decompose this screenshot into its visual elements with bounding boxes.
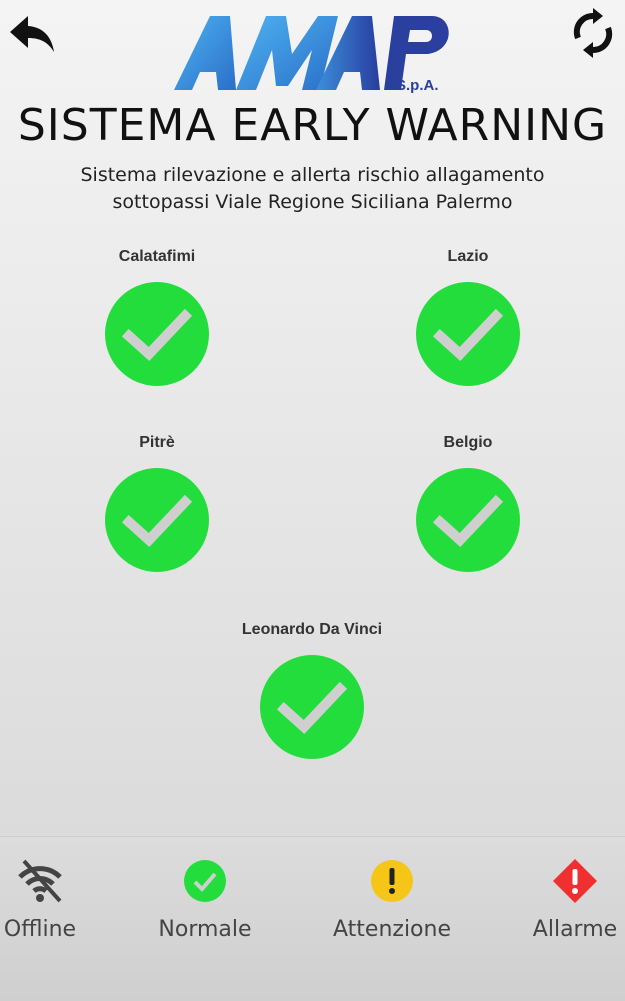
station-leonardo-da-vinci: Leonardo Da Vinci — [212, 619, 412, 759]
amap-logo: S.p.A. — [170, 10, 460, 96]
legend-attenzione: Attenzione — [317, 857, 467, 942]
check-icon — [121, 494, 193, 547]
check-icon — [121, 308, 193, 361]
station-label: Calatafimi — [118, 248, 196, 265]
station-label: Lazio — [447, 248, 489, 265]
status-normal-button[interactable] — [105, 282, 209, 386]
legend-label: Normale — [158, 917, 252, 942]
legend-label: Offline — [3, 917, 77, 942]
check-icon — [276, 681, 348, 734]
station-label: Leonardo Da Vinci — [241, 621, 383, 638]
legend-label: Attenzione — [333, 917, 451, 942]
station-lazio: Lazio — [368, 246, 568, 386]
legend-normale: Normale — [130, 857, 280, 942]
page-title: SISTEMA EARLY WARNING — [17, 100, 608, 151]
legend-allarme: Allarme — [500, 857, 625, 942]
back-arrow-icon — [10, 16, 54, 52]
check-circle-icon — [184, 860, 226, 902]
alarm-diamond-icon — [553, 859, 597, 903]
status-normal-button[interactable] — [416, 282, 520, 386]
station-calatafimi: Calatafimi — [57, 246, 257, 386]
station-pitre: Pitrè — [57, 432, 257, 572]
wifi-off-icon — [18, 859, 62, 903]
legend-label: Allarme — [532, 917, 618, 942]
legend-bar: Offline Normale Attenzione Allarme — [0, 836, 625, 1001]
status-normal-button[interactable] — [416, 468, 520, 572]
refresh-button[interactable] — [568, 6, 618, 60]
refresh-icon — [573, 8, 613, 58]
subtitle-line-2: sottopassi Viale Regione Siciliana Paler… — [112, 191, 513, 213]
page-subtitle: Sistema rilevazione e allerta rischio al… — [0, 162, 625, 216]
check-icon — [432, 308, 504, 361]
station-belgio: Belgio — [368, 432, 568, 572]
station-label: Belgio — [443, 434, 493, 451]
station-label: Pitrè — [139, 434, 175, 451]
check-icon — [432, 494, 504, 547]
back-button[interactable] — [8, 12, 56, 56]
legend-offline: Offline — [0, 857, 115, 942]
svg-text:S.p.A.: S.p.A. — [396, 77, 439, 94]
subtitle-line-1: Sistema rilevazione e allerta rischio al… — [80, 164, 545, 186]
status-normal-button[interactable] — [260, 655, 364, 759]
status-normal-button[interactable] — [105, 468, 209, 572]
warning-circle-icon — [371, 860, 413, 902]
